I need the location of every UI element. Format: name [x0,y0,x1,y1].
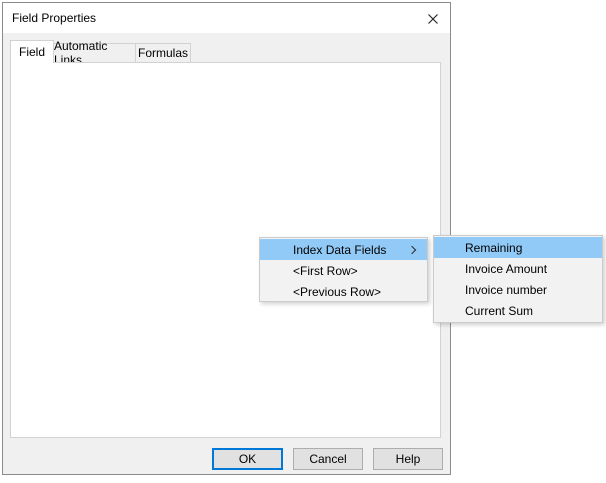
menu-item-label: Invoice Amount [465,262,547,276]
tab-label: Formulas [138,46,188,60]
title-bar: Field Properties [3,3,450,33]
dialog-title: Field Properties [12,11,96,25]
menu-item-index-data-fields[interactable]: Index Data Fields [260,239,427,260]
tab-label: Field [19,45,45,59]
submenu-item-remaining[interactable]: Remaining [434,237,602,258]
tab-field[interactable]: Field [10,40,54,63]
menu-item-label: Invoice number [465,283,547,297]
menu-item-first-row[interactable]: <First Row> [260,260,427,281]
default-context-menu: Index Data Fields <First Row> <Previous … [259,237,428,302]
ok-button[interactable]: OK [212,448,283,470]
menu-item-label: Remaining [465,241,522,255]
submenu-arrow-icon [408,246,416,254]
tab-automatic-links[interactable]: Automatic Links [53,43,136,63]
close-icon [427,13,439,25]
menu-item-label: <First Row> [293,264,358,278]
cancel-button[interactable]: Cancel [293,448,363,470]
menu-item-label: Current Sum [465,304,533,318]
help-button[interactable]: Help [373,448,443,470]
menu-item-label: <Previous Row> [293,285,381,299]
submenu-item-current-sum[interactable]: Current Sum [434,300,602,321]
cancel-button-label: Cancel [309,452,346,466]
submenu-item-invoice-amount[interactable]: Invoice Amount [434,258,602,279]
menu-item-previous-row[interactable]: <Previous Row> [260,281,427,302]
tab-formulas[interactable]: Formulas [135,43,191,63]
index-data-fields-submenu: Remaining Invoice Amount Invoice number … [433,235,603,323]
close-button[interactable] [425,11,441,27]
submenu-item-invoice-number[interactable]: Invoice number [434,279,602,300]
help-button-label: Help [396,452,421,466]
ok-button-label: OK [239,452,256,466]
menu-item-label: Index Data Fields [293,243,386,257]
